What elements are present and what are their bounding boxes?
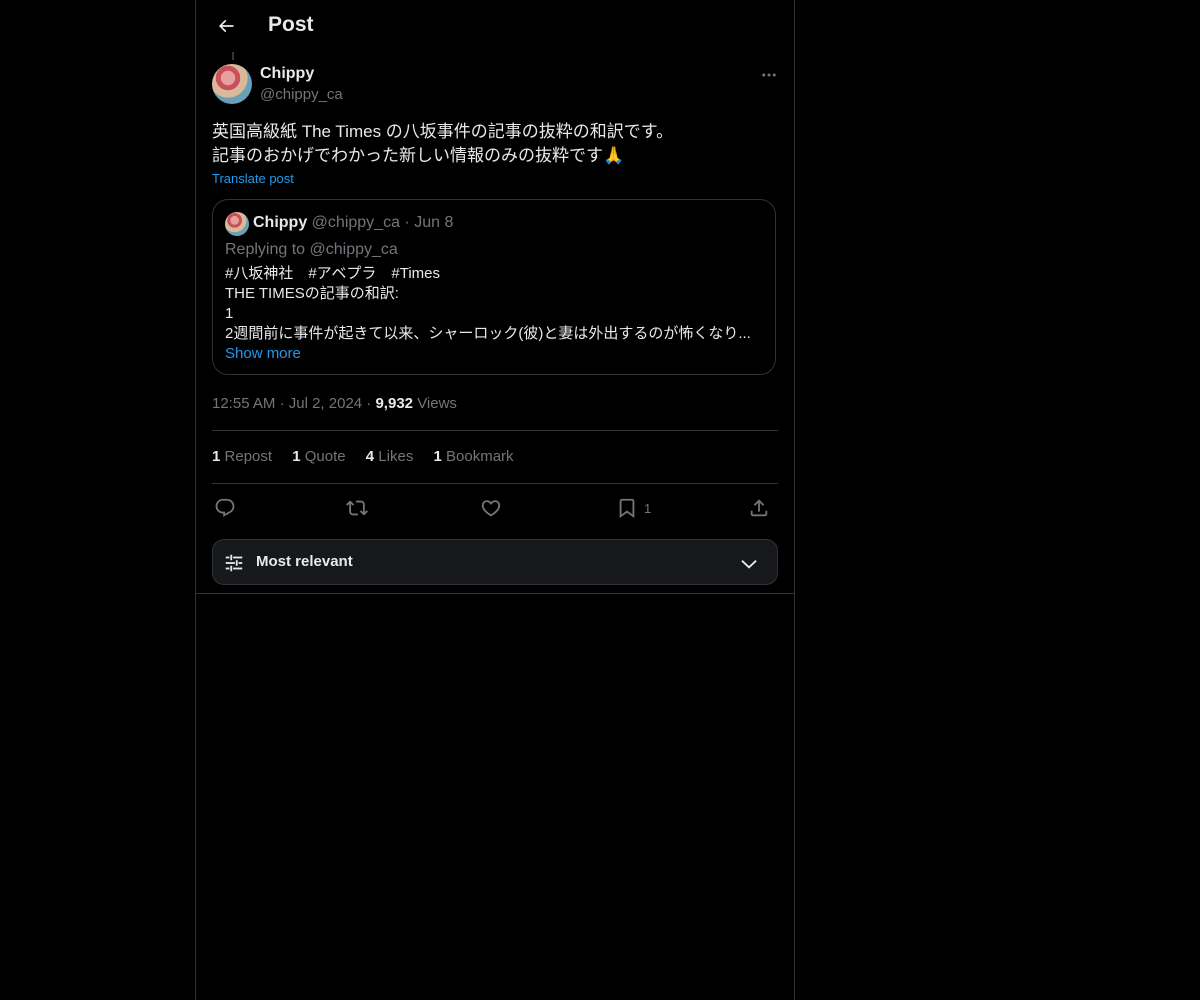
- quoted-text-line: 1: [225, 305, 234, 322]
- bookmarks-count: 1: [433, 448, 442, 465]
- quoted-post-card[interactable]: Chippy @chippy_ca · Jun 8 Replying to @c…: [212, 199, 776, 375]
- post-text-line: 記事のおかげでわかった新しい情報のみの抜粋です🙏: [212, 146, 625, 165]
- thread-connector: [232, 52, 234, 60]
- divider: [212, 483, 778, 484]
- reposts-label: Repost: [224, 448, 273, 465]
- page-header: Post: [196, 0, 794, 54]
- sort-label: Most relevant: [256, 553, 353, 570]
- repost-icon: [346, 500, 368, 516]
- quoted-post-date: Jun 8: [414, 214, 454, 231]
- more-horizontal-icon: [762, 73, 776, 77]
- quotes-count: 1: [292, 448, 301, 465]
- heart-icon: [481, 500, 501, 517]
- author-name[interactable]: Chippy: [260, 65, 314, 83]
- likes-stat[interactable]: 4 Likes: [366, 448, 418, 465]
- quoted-avatar: [225, 212, 249, 236]
- bookmark-count: 1: [644, 500, 652, 516]
- post-date[interactable]: Jul 2, 2024: [289, 395, 362, 412]
- chevron-down-icon: [741, 559, 757, 569]
- translate-post-link[interactable]: Translate post: [212, 171, 294, 186]
- sliders-icon: [225, 554, 243, 572]
- more-options-button[interactable]: [756, 64, 782, 86]
- separator-dot: ·: [279, 395, 285, 412]
- post-meta: 12:55 AM · Jul 2, 2024 · 9,932 Views: [212, 395, 457, 412]
- reply-icon: [215, 498, 235, 517]
- quoted-text-line: THE TIMESの記事の和訳:: [225, 285, 399, 302]
- repost-button[interactable]: [346, 493, 368, 523]
- separator-dot: ·: [404, 214, 410, 231]
- share-icon: [750, 499, 768, 517]
- quoted-author-name: Chippy: [253, 214, 308, 231]
- quoted-author-handle: @chippy_ca: [311, 214, 400, 231]
- divider: [212, 430, 778, 431]
- reposts-stat[interactable]: 1 Repost: [212, 448, 276, 465]
- avatar[interactable]: [212, 64, 252, 104]
- reposts-count: 1: [212, 448, 221, 465]
- bookmark-button[interactable]: 1: [616, 493, 651, 523]
- separator-dot: ·: [366, 395, 372, 412]
- post-text: 英国高級紙 The Times の八坂事件の記事の抜粋の和訳です。 記事のおかげ…: [212, 120, 778, 168]
- reply-button[interactable]: [214, 493, 236, 523]
- quotes-stat[interactable]: 1 Quote: [292, 448, 350, 465]
- quoted-text-line: #八坂神社 #アベプラ #Times: [225, 265, 441, 282]
- show-more-link[interactable]: Show more: [225, 345, 301, 362]
- like-button[interactable]: [480, 493, 502, 523]
- bookmarks-label: Bookmark: [446, 448, 514, 465]
- bookmarks-stat[interactable]: 1 Bookmark: [434, 448, 514, 465]
- arrow-left-icon: [218, 19, 234, 33]
- quotes-label: Quote: [304, 448, 346, 465]
- action-bar: 1: [212, 493, 778, 523]
- page-title: Post: [268, 13, 314, 36]
- post-text-line: 英国高級紙 The Times の八坂事件の記事の抜粋の和訳です。: [212, 122, 674, 141]
- main-column: Post Chippy @chippy_ca 英国高級紙 The Times の…: [195, 0, 795, 1000]
- post-time[interactable]: 12:55 AM: [212, 395, 275, 412]
- replying-to-label: Replying to @chippy_ca: [225, 241, 398, 258]
- quoted-post-text: #八坂神社 #アベプラ #Times THE TIMESの記事の和訳: 1 2週…: [225, 264, 755, 344]
- views-count: 9,932: [375, 395, 414, 412]
- quoted-text-line: 2週間前に事件が起きて以来、シャーロック(彼)と妻は外出するのが怖くなり...: [225, 325, 751, 342]
- views-label: Views: [417, 395, 457, 412]
- bookmark-icon: [619, 498, 635, 519]
- reply-sort-dropdown[interactable]: Most relevant: [212, 539, 778, 585]
- share-button[interactable]: [748, 493, 770, 523]
- quoted-post-header: Chippy @chippy_ca · Jun 8: [253, 214, 453, 232]
- engagement-stats: 1 Repost 1 Quote 4 Likes 1 Bookmark: [212, 448, 530, 465]
- author-handle[interactable]: @chippy_ca: [260, 86, 343, 103]
- back-button[interactable]: [208, 8, 244, 44]
- divider: [196, 593, 794, 594]
- likes-label: Likes: [378, 448, 414, 465]
- likes-count: 4: [365, 448, 375, 465]
